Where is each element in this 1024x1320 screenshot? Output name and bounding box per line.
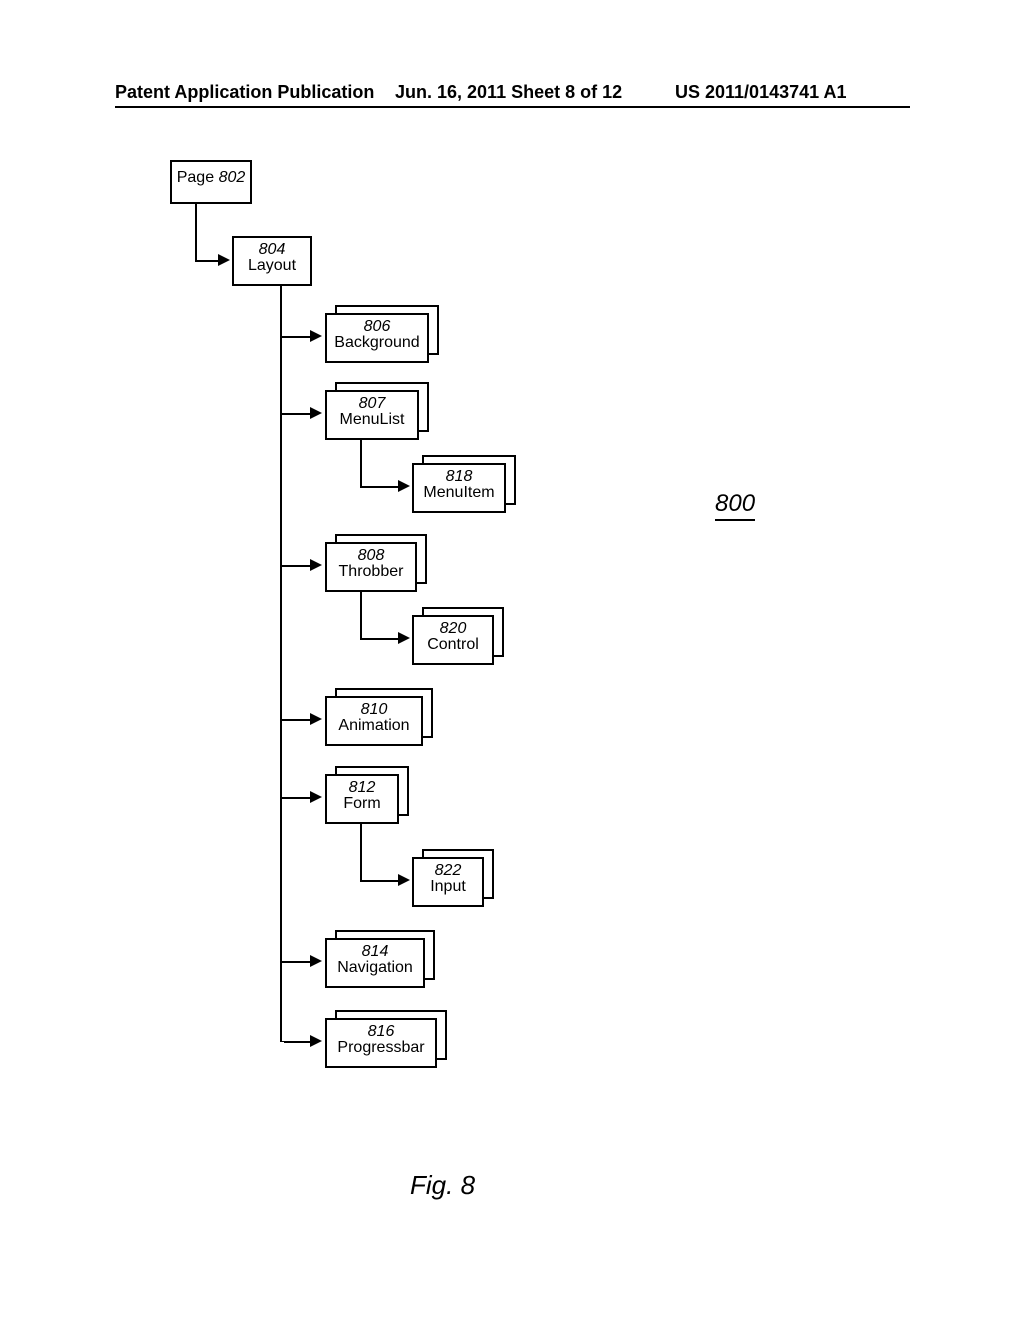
node-animation-num: 810 <box>327 698 421 718</box>
conn-h-progressbar <box>280 1041 312 1043</box>
node-control: 820 Control <box>412 615 494 665</box>
node-form-label: Form <box>327 796 397 816</box>
conn-v-menulist-menuitem <box>360 436 362 486</box>
conn-h-throbber-control <box>360 638 400 640</box>
node-menuitem-label: MenuItem <box>414 485 504 505</box>
node-animation-label: Animation <box>327 718 421 738</box>
header-date-sheet: Jun. 16, 2011 Sheet 8 of 12 <box>395 82 622 103</box>
conn-v-form-input <box>360 820 362 880</box>
conn-h-menulist-menuitem <box>360 486 400 488</box>
header-publication-type: Patent Application Publication <box>115 82 374 103</box>
figure-caption: Fig. 8 <box>410 1170 475 1201</box>
trunk-mask <box>278 1042 284 1102</box>
conn-h-form-input <box>360 880 400 882</box>
node-form-num: 812 <box>327 776 397 796</box>
node-input: 822 Input <box>412 857 484 907</box>
node-page-num: 802 <box>219 165 246 186</box>
figure-reference-number: 800 <box>715 490 755 521</box>
node-menulist-num: 807 <box>327 392 417 412</box>
node-menuitem: 818 MenuItem <box>412 463 506 513</box>
conn-h-page-layout <box>195 260 220 262</box>
arrow-page-layout <box>218 254 230 266</box>
node-page: Page 802 <box>170 160 252 204</box>
node-background-num: 806 <box>327 315 427 335</box>
node-layout: 804 Layout <box>232 236 312 286</box>
node-form: 812 Form <box>325 774 399 824</box>
node-menulist: 807 MenuList <box>325 390 419 440</box>
node-navigation: 814 Navigation <box>325 938 425 988</box>
arrow-throbber <box>310 559 322 571</box>
node-animation: 810 Animation <box>325 696 423 746</box>
node-progressbar-num: 816 <box>327 1020 435 1040</box>
arrow-menulist-menuitem <box>398 480 410 492</box>
arrow-menulist <box>310 407 322 419</box>
header-separator <box>115 106 910 108</box>
node-navigation-label: Navigation <box>327 960 423 980</box>
arrow-navigation <box>310 955 322 967</box>
conn-v-throbber-control <box>360 588 362 638</box>
node-control-num: 820 <box>414 617 492 637</box>
node-menulist-label: MenuList <box>327 412 417 432</box>
conn-h-menulist <box>280 413 312 415</box>
arrow-form <box>310 791 322 803</box>
arrow-animation <box>310 713 322 725</box>
conn-h-throbber <box>280 565 312 567</box>
node-background: 806 Background <box>325 313 429 363</box>
node-navigation-num: 814 <box>327 940 423 960</box>
node-input-label: Input <box>414 879 482 899</box>
arrow-form-input <box>398 874 410 886</box>
node-progressbar-label: Progressbar <box>327 1040 435 1060</box>
arrow-background <box>310 330 322 342</box>
node-throbber-label: Throbber <box>327 564 415 584</box>
conn-h-background <box>280 336 312 338</box>
node-layout-label: Layout <box>234 258 310 278</box>
node-input-num: 822 <box>414 859 482 879</box>
arrow-throbber-control <box>398 632 410 644</box>
node-throbber-num: 808 <box>327 544 415 564</box>
conn-v-page-layout <box>195 200 197 260</box>
node-progressbar: 816 Progressbar <box>325 1018 437 1068</box>
conn-h-navigation <box>280 961 312 963</box>
node-throbber: 808 Throbber <box>325 542 417 592</box>
patent-figure-page: Patent Application Publication Jun. 16, … <box>0 0 1024 1320</box>
header-publication-number: US 2011/0143741 A1 <box>675 82 846 103</box>
conn-h-animation <box>280 719 312 721</box>
conn-h-form <box>280 797 312 799</box>
node-layout-num: 804 <box>234 238 310 258</box>
node-page-label: Page <box>177 169 214 186</box>
node-background-label: Background <box>327 335 427 355</box>
node-menuitem-num: 818 <box>414 465 504 485</box>
node-control-label: Control <box>414 637 492 657</box>
arrow-progressbar <box>310 1035 322 1047</box>
